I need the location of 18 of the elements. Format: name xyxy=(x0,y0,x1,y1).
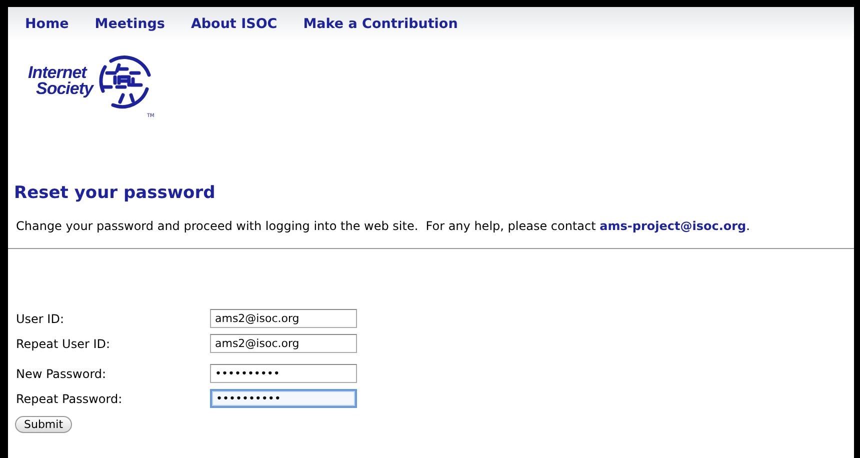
logo-text: Internet xyxy=(28,65,88,81)
logo-text: Society xyxy=(35,81,93,97)
field-label: Repeat Password: xyxy=(15,392,124,406)
input-field[interactable]: •••••••••• xyxy=(210,364,357,383)
submit-button[interactable]: Submit xyxy=(15,416,72,433)
input-field[interactable]: ams2@isoc.org xyxy=(210,334,357,353)
field-label: Repeat User ID: xyxy=(15,336,112,350)
field-label: User ID: xyxy=(15,312,65,326)
field-label: New Password: xyxy=(15,366,108,380)
nav-link[interactable]: Home xyxy=(25,16,69,32)
input-field[interactable]: ams2@isoc.org xyxy=(210,309,357,328)
nav-link[interactable]: About ISOC xyxy=(190,16,278,32)
nav-link[interactable]: Make a Contribution xyxy=(303,16,458,32)
input-field[interactable]: •••••••••• xyxy=(210,389,357,408)
page-heading: Reset your password xyxy=(14,183,216,203)
nav-link[interactable]: Meetings xyxy=(94,16,165,32)
intro-text: Change your password and proceed with logging into the web site. For any help, please contact ams-project@isoc.org. xyxy=(16,219,751,233)
email-link[interactable]: ams-project@isoc.org xyxy=(600,219,746,233)
